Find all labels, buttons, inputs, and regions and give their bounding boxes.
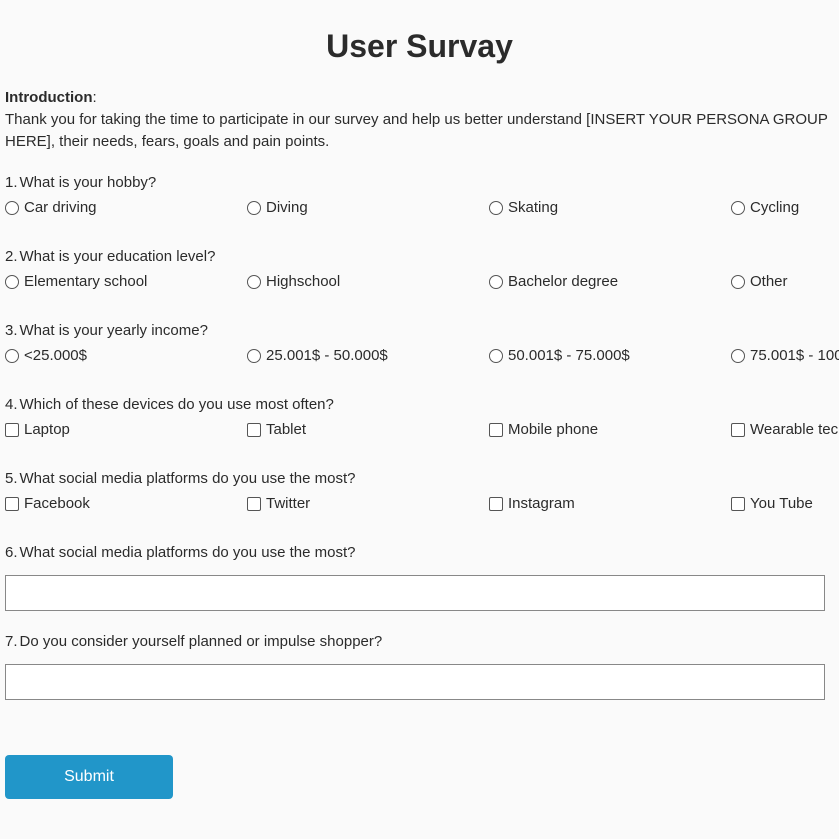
q2-option-2[interactable]: Bachelor degree xyxy=(489,273,731,290)
q5-option-3[interactable]: You Tube xyxy=(731,495,813,512)
q1-option-1[interactable]: Diving xyxy=(247,199,489,216)
q2-option-3[interactable]: Other xyxy=(731,273,788,290)
q1-text: What is your hobby? xyxy=(20,174,157,191)
checkbox-icon xyxy=(731,423,745,437)
q7-text: Do you consider yourself planned or impu… xyxy=(20,633,383,650)
checkbox-icon xyxy=(5,497,19,511)
radio-icon xyxy=(247,349,261,363)
page-title: User Survay xyxy=(5,28,834,65)
q4-option-3[interactable]: Wearable tech xyxy=(731,421,839,438)
q5-text: What social media platforms do you use t… xyxy=(20,470,356,487)
survey-page: User Survay Introduction: Thank you for … xyxy=(0,0,839,839)
checkbox-icon xyxy=(489,497,503,511)
q5-number: 5. xyxy=(5,470,18,487)
q6-text: What social media platforms do you use t… xyxy=(20,544,356,561)
radio-icon xyxy=(5,201,19,215)
question-2: 2. What is your education level? Element… xyxy=(5,248,834,290)
q2-number: 2. xyxy=(5,248,18,265)
q1-option-3[interactable]: Cycling xyxy=(731,199,799,216)
radio-icon xyxy=(5,275,19,289)
q2-option-0[interactable]: Elementary school xyxy=(5,273,247,290)
radio-icon xyxy=(731,275,745,289)
q3-text: What is your yearly income? xyxy=(20,322,208,339)
question-5: 5. What social media platforms do you us… xyxy=(5,470,834,512)
question-1: 1. What is your hobby? Car driving Divin… xyxy=(5,174,834,216)
q5-option-2[interactable]: Instagram xyxy=(489,495,731,512)
q4-option-0[interactable]: Laptop xyxy=(5,421,247,438)
intro-text: Thank you for taking the time to partici… xyxy=(5,111,828,150)
q6-number: 6. xyxy=(5,544,18,561)
radio-icon xyxy=(731,349,745,363)
radio-icon xyxy=(247,275,261,289)
q7-number: 7. xyxy=(5,633,18,650)
q5-option-1[interactable]: Twitter xyxy=(247,495,489,512)
q1-option-0[interactable]: Car driving xyxy=(5,199,247,216)
radio-icon xyxy=(5,349,19,363)
q3-option-3[interactable]: 75.001$ - 100.00 xyxy=(731,347,839,364)
question-4: 4. Which of these devices do you use mos… xyxy=(5,396,834,438)
q2-option-1[interactable]: Highschool xyxy=(247,273,489,290)
radio-icon xyxy=(489,275,503,289)
radio-icon xyxy=(489,349,503,363)
radio-icon xyxy=(731,201,745,215)
q7-input[interactable] xyxy=(5,664,825,700)
q6-input[interactable] xyxy=(5,575,825,611)
q3-option-0[interactable]: <25.000$ xyxy=(5,347,247,364)
checkbox-icon xyxy=(5,423,19,437)
q4-number: 4. xyxy=(5,396,18,413)
radio-icon xyxy=(489,201,503,215)
q5-option-0[interactable]: Facebook xyxy=(5,495,247,512)
q1-option-2[interactable]: Skating xyxy=(489,199,731,216)
submit-button[interactable]: Submit xyxy=(5,755,173,799)
intro-label: Introduction xyxy=(5,89,92,106)
checkbox-icon xyxy=(489,423,503,437)
checkbox-icon xyxy=(247,423,261,437)
introduction-block: Introduction: Thank you for taking the t… xyxy=(5,87,834,152)
q2-text: What is your education level? xyxy=(20,248,216,265)
question-3: 3. What is your yearly income? <25.000$ … xyxy=(5,322,834,364)
q4-option-2[interactable]: Mobile phone xyxy=(489,421,731,438)
q4-text: Which of these devices do you use most o… xyxy=(20,396,334,413)
radio-icon xyxy=(247,201,261,215)
checkbox-icon xyxy=(731,497,745,511)
q3-option-1[interactable]: 25.001$ - 50.000$ xyxy=(247,347,489,364)
question-6: 6. What social media platforms do you us… xyxy=(5,544,834,611)
q4-option-1[interactable]: Tablet xyxy=(247,421,489,438)
question-7: 7. Do you consider yourself planned or i… xyxy=(5,633,834,700)
q3-number: 3. xyxy=(5,322,18,339)
q3-option-2[interactable]: 50.001$ - 75.000$ xyxy=(489,347,731,364)
q1-number: 1. xyxy=(5,174,18,191)
checkbox-icon xyxy=(247,497,261,511)
